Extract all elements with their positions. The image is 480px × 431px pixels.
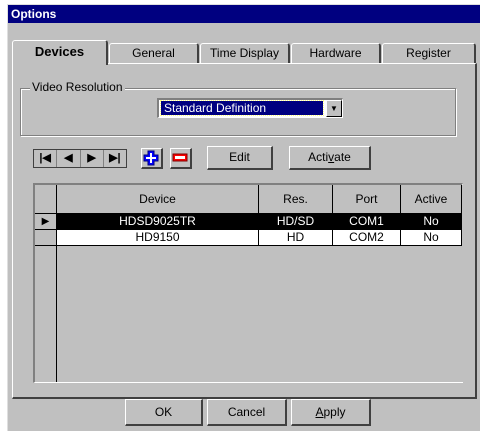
next-record-icon[interactable]: ▶ bbox=[81, 150, 104, 167]
tab-devices[interactable]: Devices bbox=[12, 40, 108, 65]
cancel-button[interactable]: Cancel bbox=[207, 399, 287, 426]
plus-icon bbox=[143, 150, 159, 166]
cell-port[interactable]: COM2 bbox=[333, 230, 401, 246]
remove-device-button[interactable] bbox=[170, 148, 192, 169]
cell-device[interactable]: HD9150 bbox=[57, 230, 259, 246]
video-resolution-label: Video Resolution bbox=[30, 80, 125, 94]
column-header-device[interactable]: Device bbox=[57, 185, 259, 214]
minus-icon bbox=[172, 153, 188, 162]
video-resolution-select[interactable]: Standard Definition ▼ bbox=[157, 98, 343, 118]
add-device-button[interactable] bbox=[141, 148, 163, 169]
video-resolution-value: Standard Definition bbox=[160, 100, 324, 116]
devices-table[interactable]: Device Res. Port Active ▶ HDSD9025TR HD/… bbox=[33, 183, 463, 383]
record-navigator: |◀ ◀ ▶ ▶| bbox=[33, 149, 127, 168]
table-row[interactable]: ▶ HDSD9025TR HD/SD COM1 No bbox=[35, 214, 463, 230]
row-indicator bbox=[35, 230, 57, 246]
first-record-icon[interactable]: |◀ bbox=[34, 150, 58, 167]
cell-res[interactable]: HD/SD bbox=[259, 214, 333, 230]
activate-button-label: Activate bbox=[308, 150, 351, 164]
tab-hardware[interactable]: Hardware bbox=[291, 43, 381, 63]
column-header-active[interactable]: Active bbox=[401, 185, 462, 214]
cell-port[interactable]: COM1 bbox=[333, 214, 401, 230]
column-header-res[interactable]: Res. bbox=[259, 185, 333, 214]
last-record-icon[interactable]: ▶| bbox=[104, 150, 126, 167]
ok-button[interactable]: OK bbox=[125, 399, 203, 426]
prev-record-icon[interactable]: ◀ bbox=[57, 150, 81, 167]
row-indicator-header bbox=[35, 185, 57, 214]
apply-button[interactable]: Apply bbox=[291, 399, 371, 426]
row-indicator-column bbox=[35, 246, 57, 382]
cell-active[interactable]: No bbox=[401, 214, 462, 230]
tab-general[interactable]: General bbox=[109, 43, 199, 63]
table-row[interactable]: HD9150 HD COM2 No bbox=[35, 230, 463, 246]
tab-strip: Devices General Time Display Hardware Re… bbox=[8, 5, 480, 65]
column-header-port[interactable]: Port bbox=[333, 185, 401, 214]
current-row-arrow-icon: ▶ bbox=[35, 214, 57, 230]
tab-register[interactable]: Register bbox=[382, 43, 476, 63]
tab-time-display[interactable]: Time Display bbox=[200, 43, 290, 63]
edit-button[interactable]: Edit bbox=[207, 146, 273, 170]
devices-table-body: Device Res. Port Active ▶ HDSD9025TR HD/… bbox=[35, 185, 463, 382]
cell-res[interactable]: HD bbox=[259, 230, 333, 246]
activate-button[interactable]: Activate bbox=[289, 146, 371, 170]
cell-device[interactable]: HDSD9025TR bbox=[57, 214, 259, 230]
dropdown-arrow-icon[interactable]: ▼ bbox=[326, 100, 342, 117]
cell-active[interactable]: No bbox=[401, 230, 462, 246]
table-header-row: Device Res. Port Active bbox=[35, 185, 463, 214]
